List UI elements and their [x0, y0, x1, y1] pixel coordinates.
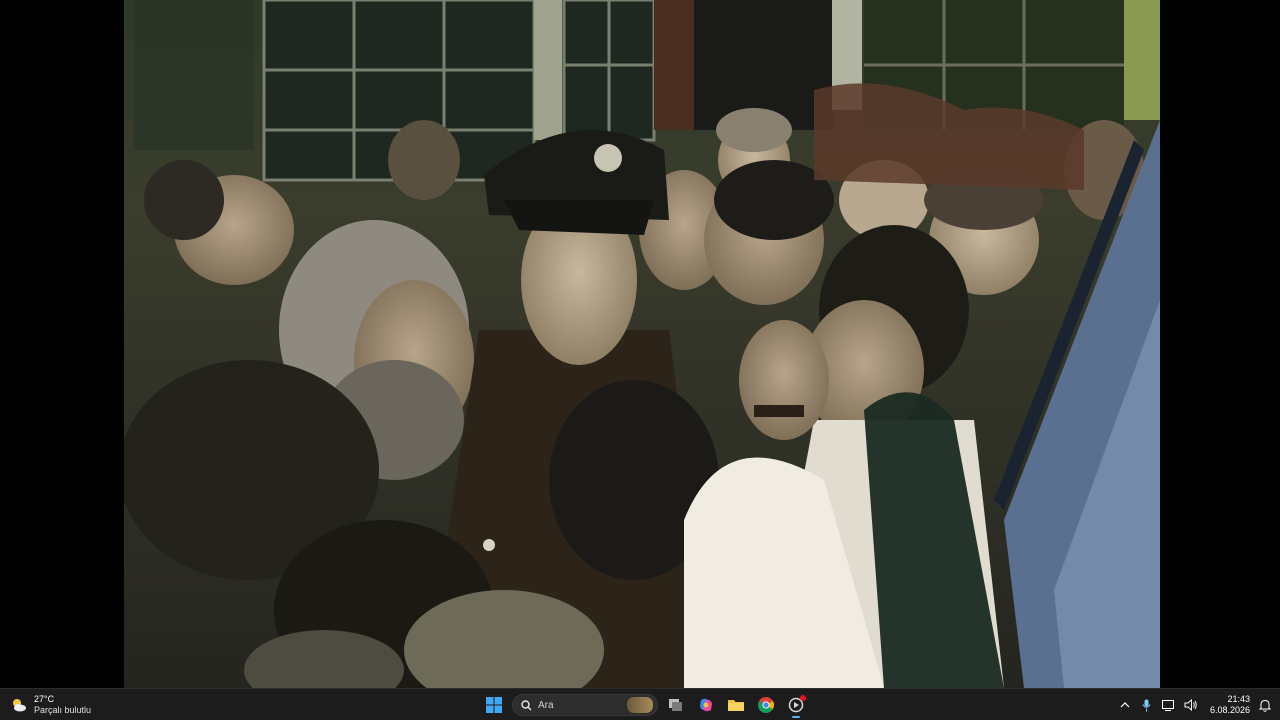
weather-temperature: 27°C	[34, 694, 55, 704]
active-app-indicator	[792, 716, 800, 718]
copilot-icon	[700, 698, 712, 712]
taskbar-pinned-apps: Ara	[482, 691, 808, 719]
taskbar-search[interactable]: Ara	[512, 694, 658, 716]
chrome-icon	[758, 697, 774, 713]
system-tray: 21:43 6.08.2026	[1118, 691, 1272, 719]
partly-cloudy-icon	[13, 699, 26, 712]
microphone-button[interactable]	[1140, 698, 1154, 712]
clock-date: 6.08.2026	[1209, 705, 1250, 715]
network-button[interactable]	[1162, 698, 1176, 712]
search-placeholder: Ara	[538, 699, 554, 711]
search-icon	[521, 699, 532, 710]
video-frame[interactable]	[124, 0, 1160, 688]
notifications-button[interactable]	[1258, 698, 1272, 712]
chrome-button[interactable]	[754, 692, 778, 718]
task-view-button[interactable]	[664, 692, 688, 718]
video-scene-image	[124, 0, 1160, 688]
weather-condition: Parçalı bulutlu	[34, 705, 92, 715]
search-highlight-icon	[627, 697, 653, 713]
weather-widget[interactable]: 27°C Parçalı bulutlu	[10, 692, 91, 718]
copilot-button[interactable]	[694, 692, 718, 718]
folder-icon	[728, 700, 744, 711]
windows-start-icon	[486, 697, 502, 713]
volume-button[interactable]	[1184, 698, 1198, 712]
microphone-icon	[1142, 699, 1152, 711]
desktop-screen: 27°C Parçalı bulutlu Ara 21:43 6.08.2026	[0, 0, 1280, 720]
media-app-button[interactable]	[784, 692, 808, 718]
chevron-up-icon	[1120, 702, 1130, 708]
taskbar: 27°C Parçalı bulutlu Ara 21:43 6.08.2026	[0, 688, 1280, 720]
notification-badge	[800, 695, 806, 701]
video-player[interactable]	[0, 0, 1280, 688]
weather-text: 27°C Parçalı bulutlu	[34, 694, 91, 716]
task-view-icon	[669, 699, 682, 711]
network-icon	[1162, 699, 1175, 711]
taskbar-clock[interactable]: 21:43 6.08.2026	[1210, 694, 1250, 716]
speaker-icon	[1184, 699, 1197, 711]
show-hidden-icons-button[interactable]	[1118, 698, 1132, 712]
file-explorer-button[interactable]	[724, 692, 748, 718]
clock-time: 21:43	[1227, 694, 1250, 704]
start-button[interactable]	[482, 692, 506, 718]
notification-bell-icon	[1259, 699, 1271, 712]
